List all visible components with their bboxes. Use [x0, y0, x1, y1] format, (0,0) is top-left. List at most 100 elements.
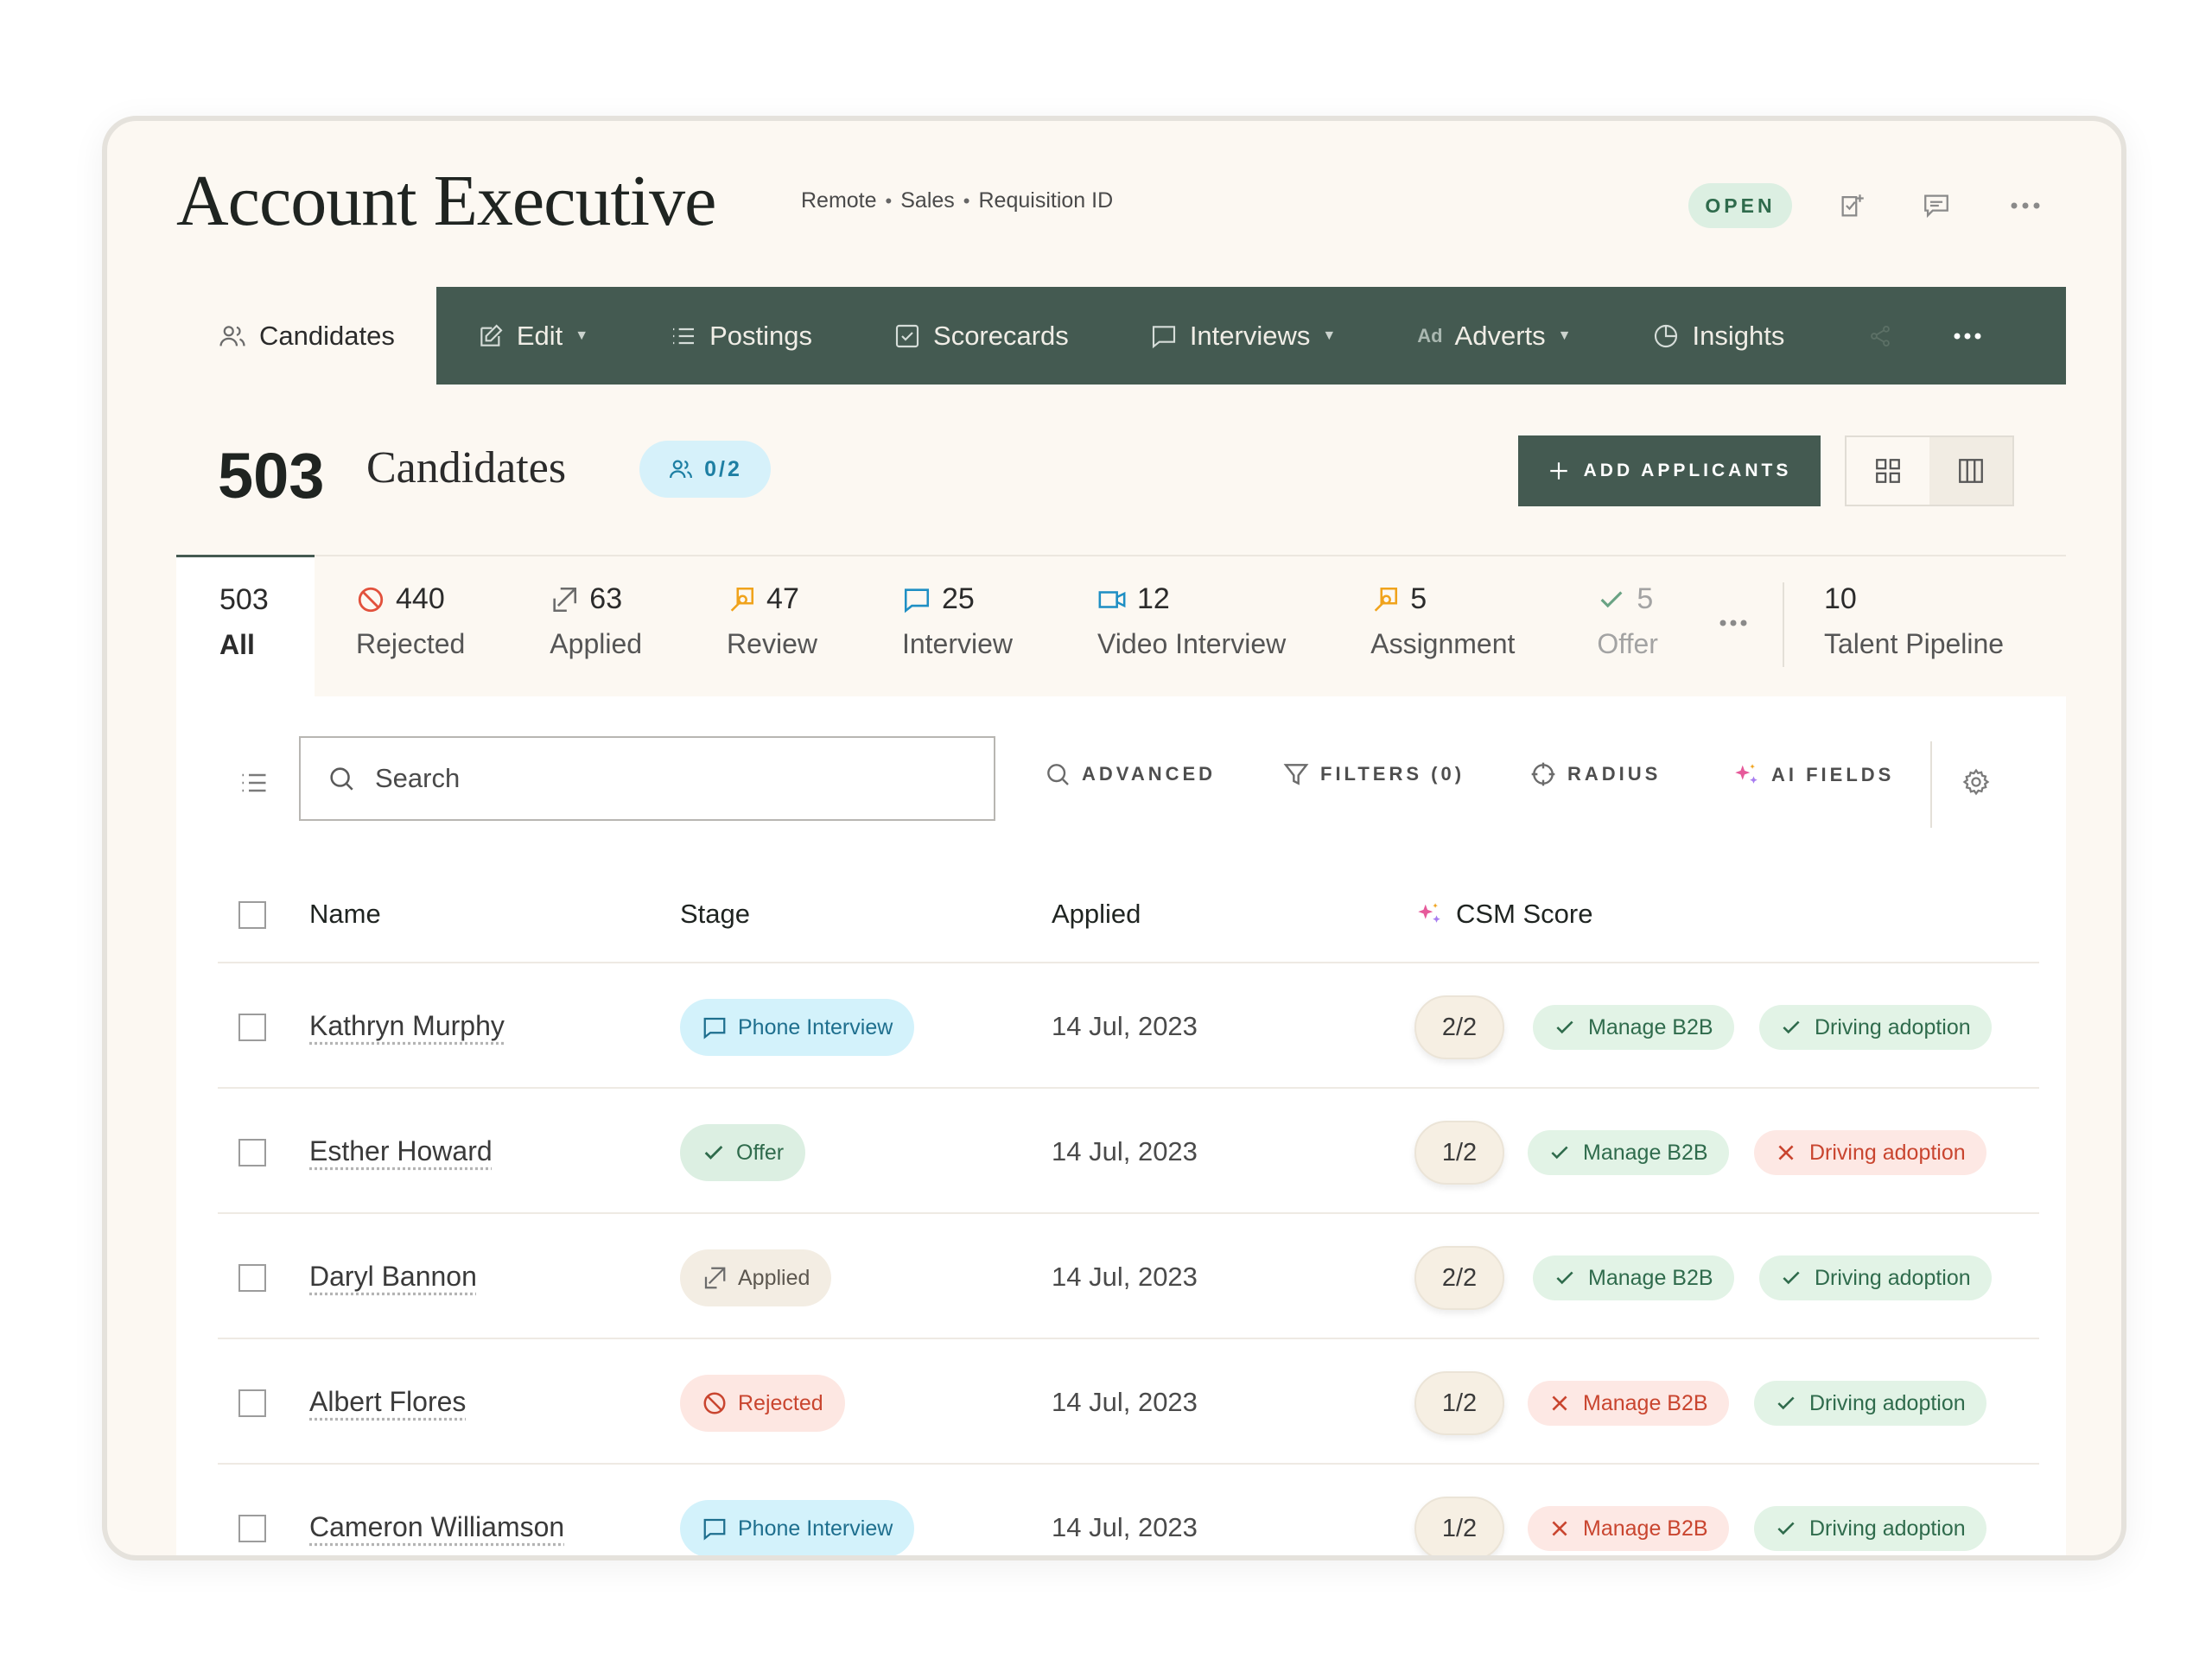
table-header-divider [218, 962, 2039, 963]
checkbox-icon [895, 324, 919, 347]
criteria-label: Manage B2B [1583, 1140, 1708, 1165]
stage-tab-assignment[interactable]: 5 Assignment [1370, 556, 1515, 696]
row-checkbox[interactable] [238, 1139, 266, 1166]
stage-tab-video-interview[interactable]: 12 Video Interview [1097, 556, 1286, 696]
row-checkbox[interactable] [238, 1389, 266, 1417]
nav-more-icon[interactable] [1918, 287, 2017, 385]
comment-icon[interactable] [1916, 185, 1957, 226]
select-all-checkbox[interactable] [238, 901, 266, 929]
column-view-button[interactable] [1929, 437, 2012, 505]
video-icon [1098, 590, 1126, 608]
stage-tab-review[interactable]: 47 Review [727, 556, 817, 696]
chat-icon [904, 588, 929, 613]
tab-postings[interactable]: Postings [629, 287, 853, 385]
stage-tab-all[interactable]: 503 All [176, 555, 315, 696]
stage-tab-interview[interactable]: 25 Interview [902, 556, 1013, 696]
filters-label: FILTERS (0) [1320, 763, 1465, 785]
team-badge[interactable]: 0/2 [639, 441, 771, 498]
score-badge[interactable]: 2/2 [1414, 995, 1504, 1059]
stage-pill-label: Phone Interview [738, 1516, 893, 1541]
meta-requisition[interactable]: Requisition ID [979, 188, 1114, 213]
tab-label: Postings [709, 320, 813, 351]
criteria-tag: Driving adoption [1754, 1130, 1986, 1175]
candidate-count-label: Candidates [366, 443, 567, 493]
ai-fields-button[interactable]: AI FIELDS [1732, 760, 1894, 790]
column-header-stage[interactable]: Stage [680, 899, 750, 930]
settings-icon[interactable] [1961, 767, 1991, 797]
search-icon [330, 767, 353, 791]
sparkle-icon [1418, 903, 1440, 923]
cross-icon [1552, 1395, 1567, 1411]
criteria-tag: Driving adoption [1759, 1005, 1992, 1050]
filters-button[interactable]: FILTERS (0) [1282, 760, 1465, 788]
row-checkbox[interactable] [238, 1264, 266, 1292]
assignment-icon [1374, 587, 1398, 612]
stage-pill[interactable]: Rejected [680, 1375, 845, 1432]
sparkle-icon [1735, 764, 1758, 784]
stages-more-icon[interactable] [1719, 556, 1748, 696]
tab-interviews[interactable]: Interviews ▼ [1109, 287, 1376, 385]
candidate-name[interactable]: Esther Howard [309, 1135, 493, 1167]
more-icon[interactable] [2005, 185, 2046, 226]
search-input[interactable]: Search [299, 736, 995, 821]
row-checkbox[interactable] [238, 1014, 266, 1041]
rejected-icon [358, 587, 384, 612]
review-icon [730, 587, 754, 612]
check-icon [1600, 590, 1623, 607]
stage-count: 5 [1410, 582, 1427, 615]
tab-insights[interactable]: Insights [1611, 287, 1825, 385]
advanced-search-button[interactable]: ADVANCED [1044, 760, 1216, 788]
status-badge[interactable]: OPEN [1688, 183, 1792, 228]
grid-view-button[interactable] [1847, 437, 1929, 505]
score-badge[interactable]: 2/2 [1414, 1246, 1504, 1310]
tab-label: Scorecards [933, 320, 1069, 351]
applied-icon [553, 587, 577, 612]
tab-adverts[interactable]: Ad Adverts ▼ [1376, 287, 1611, 385]
stage-pill[interactable]: Phone Interview [680, 1500, 915, 1555]
candidate-name[interactable]: Daryl Bannon [309, 1261, 477, 1293]
stage-count: 10 [1823, 582, 1857, 615]
radius-button[interactable]: RADIUS [1529, 760, 1661, 788]
stage-pill[interactable]: Phone Interview [680, 999, 915, 1056]
row-checkbox[interactable] [238, 1515, 266, 1542]
users-icon [219, 325, 245, 346]
applied-date: 14 Jul, 2023 [1052, 1262, 1198, 1292]
row-divider [218, 1212, 2039, 1214]
criteria-tag: Manage B2B [1528, 1130, 1729, 1175]
stage-tab-offer[interactable]: 5 Offer [1597, 556, 1658, 696]
stage-tab-talent-pipeline[interactable]: 10 Talent Pipeline [1824, 556, 2004, 696]
candidate-name[interactable]: Albert Flores [309, 1386, 466, 1418]
applied-date: 14 Jul, 2023 [1052, 1387, 1198, 1417]
list-view-icon[interactable] [238, 767, 270, 798]
candidate-name[interactable]: Cameron Williamson [309, 1511, 564, 1543]
row-divider [218, 1087, 2039, 1089]
column-header-score[interactable]: CSM Score [1414, 899, 1592, 930]
applied-date: 14 Jul, 2023 [1052, 1011, 1198, 1041]
stage-count: 440 [396, 582, 445, 615]
stage-tab-rejected[interactable]: 440 Rejected [356, 556, 465, 696]
column-header-name[interactable]: Name [309, 899, 381, 930]
task-check-icon[interactable] [1832, 185, 1873, 226]
tab-candidates[interactable]: Candidates [176, 287, 436, 385]
stage-tab-applied[interactable]: 63 Applied [550, 556, 642, 696]
stage-pill[interactable]: Offer [680, 1124, 806, 1181]
stage-label: Rejected [356, 628, 466, 659]
score-badge[interactable]: 1/2 [1414, 1121, 1504, 1185]
job-nav: Candidates Edit ▼ Postings Scorecards In… [176, 287, 2066, 385]
column-header-applied[interactable]: Applied [1052, 899, 1141, 930]
criteria-tag: Manage B2B [1533, 1255, 1734, 1300]
score-badge[interactable]: 1/2 [1414, 1497, 1504, 1555]
candidate-name[interactable]: Kathryn Murphy [309, 1010, 505, 1042]
ai-fields-label: AI FIELDS [1771, 764, 1895, 785]
stage-count: 5 [1637, 582, 1654, 615]
add-applicants-button[interactable]: ADD APPLICANTS [1518, 435, 1821, 506]
meta-location: Remote [801, 188, 877, 213]
tab-scorecards[interactable]: Scorecards [853, 287, 1109, 385]
tab-edit[interactable]: Edit ▼ [436, 287, 629, 385]
criteria-label: Driving adoption [1809, 1390, 1966, 1415]
score-badge[interactable]: 1/2 [1414, 1371, 1504, 1435]
stage-pill[interactable]: Applied [680, 1249, 832, 1306]
list-icon [673, 327, 695, 344]
share-icon[interactable] [1825, 287, 1918, 385]
check-icon [1777, 1396, 1795, 1410]
